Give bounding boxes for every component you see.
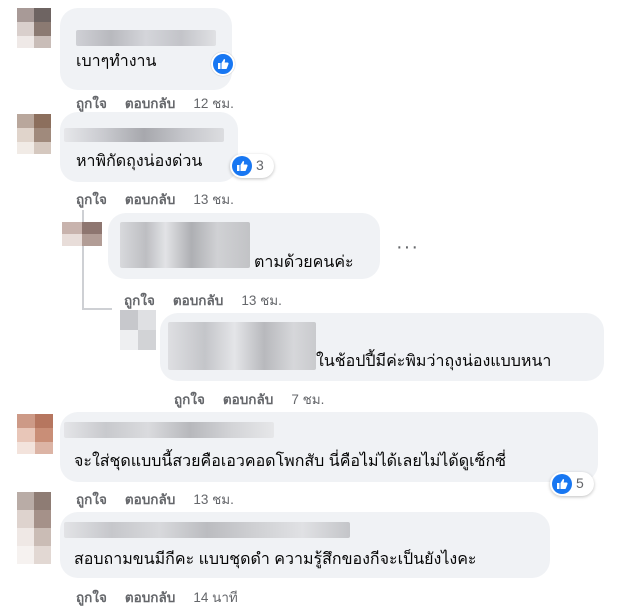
comment-actions: ถูกใจ ตอบกลับ 13 ชม. [76,488,252,510]
thumbs-up-icon [232,156,252,176]
like-link[interactable]: ถูกใจ [124,293,155,308]
reaction-count: 3 [256,157,264,173]
comment-text: หาพิกัดถุงน่องด่วน [76,153,203,170]
more-options-icon[interactable]: ··· [396,236,419,259]
reply-actions: ถูกใจ ตอบกลับ 13 ชม. [124,289,300,311]
comment-actions: ถูกใจ ตอบกลับ 13 ชม. [76,188,252,210]
reaction-summary[interactable]: 3 [230,154,274,178]
reply-text: ตามด้วยคนค่ะ [254,254,354,271]
commenter-name[interactable] [64,422,274,438]
reply-link[interactable]: ตอบกลับ [173,293,223,308]
comment-bubble [60,8,232,90]
reply-time[interactable]: 13 ชม. [241,293,282,308]
comment-time[interactable]: 13 ชม. [193,492,234,507]
comment-time[interactable]: 13 ชม. [193,192,234,207]
avatar[interactable] [17,114,51,154]
reaction-summary[interactable]: 5 [550,472,594,496]
reply-link[interactable]: ตอบกลับ [125,590,175,605]
reply-link[interactable]: ตอบกลับ [125,192,175,207]
reply-actions: ถูกใจ ตอบกลับ 7 ชม. [174,388,342,410]
avatar[interactable] [17,414,53,454]
thread-line [82,308,112,310]
like-link[interactable]: ถูกใจ [174,392,205,407]
commenter-name[interactable] [64,522,350,538]
avatar[interactable] [17,8,51,48]
comment-text: จะใส่ชุดแบบนี้สวยคือเอวคอดโพกสับ นี่คือไ… [74,453,506,470]
like-link[interactable]: ถูกใจ [76,590,107,605]
like-link[interactable]: ถูกใจ [76,492,107,507]
comment-time[interactable]: 14 นาที [193,590,237,605]
comment-actions: ถูกใจ ตอบกลับ 12 ชม. [76,92,252,114]
commenter-name[interactable] [120,222,250,268]
commenter-name[interactable] [64,128,224,142]
commenter-name[interactable] [76,30,216,46]
like-link[interactable]: ถูกใจ [76,192,107,207]
comment-text: สอบถามขนมีกีคะ แบบชุดดำ ความรู้สึกของกีจ… [74,551,477,568]
comment-actions: ถูกใจ ตอบกลับ 14 นาที [76,586,256,608]
reply-link[interactable]: ตอบกลับ [125,96,175,111]
commenter-name[interactable] [168,322,316,370]
reply-text: ในช้อปปี้มีค่ะพิมว่าถุงน่องแบบหนา [316,353,552,370]
reaction-count: 5 [576,475,584,491]
avatar[interactable] [62,222,102,246]
like-link[interactable]: ถูกใจ [76,96,107,111]
thumbs-up-icon [552,474,572,494]
thumbs-up-icon[interactable] [211,52,235,76]
reply-link[interactable]: ตอบกลับ [125,492,175,507]
avatar[interactable] [17,492,51,564]
reply-link[interactable]: ตอบกลับ [223,392,273,407]
comment-text: เบาๆทำงาน [76,53,157,70]
avatar[interactable] [120,310,156,350]
comment-time[interactable]: 12 ชม. [193,96,234,111]
reply-time[interactable]: 7 ชม. [291,392,324,407]
